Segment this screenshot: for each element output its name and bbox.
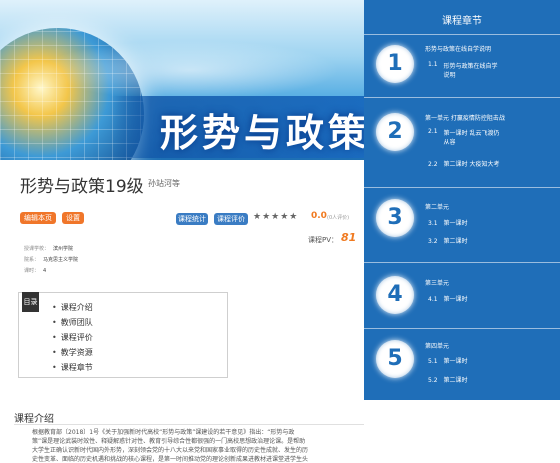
hours-info: 课时： 4: [24, 267, 46, 274]
lesson-title: 第二课时: [443, 238, 468, 245]
banner-glow: [40, 40, 340, 100]
lesson-number: 5.1: [428, 358, 438, 365]
chapter-4-badge[interactable]: 4: [376, 276, 414, 314]
lesson-title: 形势与政策在线自学: [443, 63, 498, 70]
lesson-title-cont: 说明: [443, 72, 456, 79]
lesson-title: 第一课时: [443, 220, 468, 227]
sidebar-title: 课程章节: [442, 16, 482, 27]
lesson-number: 3.2: [428, 238, 438, 245]
settings-button[interactable]: 设置: [62, 212, 84, 224]
lesson-5-1[interactable]: 5.1 第一课时: [428, 356, 468, 365]
directory-item-team[interactable]: 教师团队: [52, 315, 93, 330]
chapter-5-title[interactable]: 第四单元: [425, 341, 449, 350]
sidebar-divider: [364, 34, 560, 35]
lesson-5-2[interactable]: 5.2 第二课时: [428, 375, 468, 384]
directory-item-resources[interactable]: 教学资源: [52, 345, 93, 360]
lesson-title-cont: 从容: [443, 139, 456, 146]
lesson-4-1[interactable]: 4.1 第一课时: [428, 294, 468, 303]
sidebar-divider: [364, 262, 560, 263]
intro-line-4: 史性变革、面临的历史机遇和挑战的核心课程，是第一时间推动党的理论创新成果进教材进…: [32, 456, 309, 463]
school-label: 授课学校：: [24, 246, 50, 252]
lesson-title: 第二课时 大疫知大考: [443, 161, 500, 168]
lesson-3-1[interactable]: 3.1 第一课时: [428, 218, 468, 227]
chapter-1-badge[interactable]: 1: [376, 45, 414, 83]
lesson-number: 2.1: [428, 128, 438, 135]
lesson-number: 5.2: [428, 377, 438, 384]
intro-text: 根据教育部〔2018〕1号《关于加强新时代高校“形势与政策”课建设的若干意见》指…: [32, 428, 362, 463]
intro-line-1: 根据教育部〔2018〕1号《关于加强新时代高校“形势与政策”课建设的若干意见》指…: [32, 429, 295, 436]
school-info: 授课学校： 滨州学院: [24, 245, 73, 252]
course-title: 形势与政策19级: [20, 177, 144, 197]
department-label: 院系：: [24, 257, 40, 263]
lesson-number: 2.2: [428, 161, 438, 168]
chapter-2-badge[interactable]: 2: [376, 113, 414, 151]
lesson-title: 第一课时 乱云飞渡仍: [443, 130, 500, 137]
intro-line-2: 策”课是理论武装时效性、释疑解惑针对性、教育引导综合性都很强的一门高校思想政治理…: [32, 438, 306, 445]
course-review-button[interactable]: 课程评价: [214, 213, 248, 225]
lesson-title: 第一课时: [443, 358, 468, 365]
intro-heading: 课程介绍: [14, 414, 54, 425]
course-stats-button[interactable]: 课程统计: [176, 213, 208, 225]
lesson-3-2[interactable]: 3.2 第二课时: [428, 236, 468, 245]
department-info: 院系： 马克思主义学院: [24, 256, 78, 263]
chapter-4-title[interactable]: 第三单元: [425, 278, 449, 287]
department-value: 马克思主义学院: [43, 257, 79, 263]
directory-item-chapters[interactable]: 课程章节: [52, 360, 93, 375]
banner-title: 形势与政策: [160, 111, 364, 155]
page-views-value: 81: [341, 231, 357, 244]
lesson-number: 4.1: [428, 296, 438, 303]
lesson-1-1[interactable]: 1.1 形势与政策在线自学 说明: [428, 61, 498, 79]
school-value: 滨州学院: [53, 246, 74, 252]
hours-value: 4: [43, 268, 47, 274]
sidebar-divider: [364, 97, 560, 98]
lesson-title: 第二课时: [443, 377, 468, 384]
hours-label: 课时：: [24, 268, 40, 274]
chapter-1-title[interactable]: 形势与政策在线自学说明: [425, 44, 491, 53]
chapter-5-badge[interactable]: 5: [376, 340, 414, 378]
lesson-number: 3.1: [428, 220, 438, 227]
lesson-2-1[interactable]: 2.1 第一课时 乱云飞渡仍 从容: [428, 128, 499, 146]
chapter-3-title[interactable]: 第二单元: [425, 202, 449, 211]
lesson-number: 1.1: [428, 61, 438, 68]
chapter-3-badge[interactable]: 3: [376, 199, 414, 237]
lesson-2-2[interactable]: 2.2 第二课时 大疫知大考: [428, 159, 499, 168]
intro-divider: [14, 424, 364, 425]
directory-item-review[interactable]: 课程评价: [52, 330, 93, 345]
directory-tag: 目录: [22, 292, 39, 312]
chapter-2-title[interactable]: 第一单元 打赢疫情防控阻击战: [425, 113, 505, 122]
intro-line-3: 大学生正确认识新时代国内外形势，深刻领会党的十八大以来党和国家事业取得的历史性成…: [32, 447, 309, 454]
lesson-title: 第一课时: [443, 296, 468, 303]
sidebar-divider: [364, 328, 560, 329]
edit-page-button[interactable]: 编辑本页: [20, 212, 56, 224]
page-views-label: 课程PV：: [308, 236, 339, 244]
rating-stars[interactable]: ★★★★★: [253, 212, 298, 222]
rating-score: 0.0: [311, 211, 327, 221]
directory-box: [18, 292, 228, 378]
course-teachers: 孙站河等: [148, 179, 180, 188]
course-banner: 形势与政策: [0, 0, 364, 160]
directory-item-intro[interactable]: 课程介绍: [52, 300, 93, 315]
sidebar-divider: [364, 187, 560, 188]
directory-list: 课程介绍 教师团队 课程评价 教学资源 课程章节: [52, 300, 93, 375]
rating-count: (0人评价): [327, 215, 350, 221]
